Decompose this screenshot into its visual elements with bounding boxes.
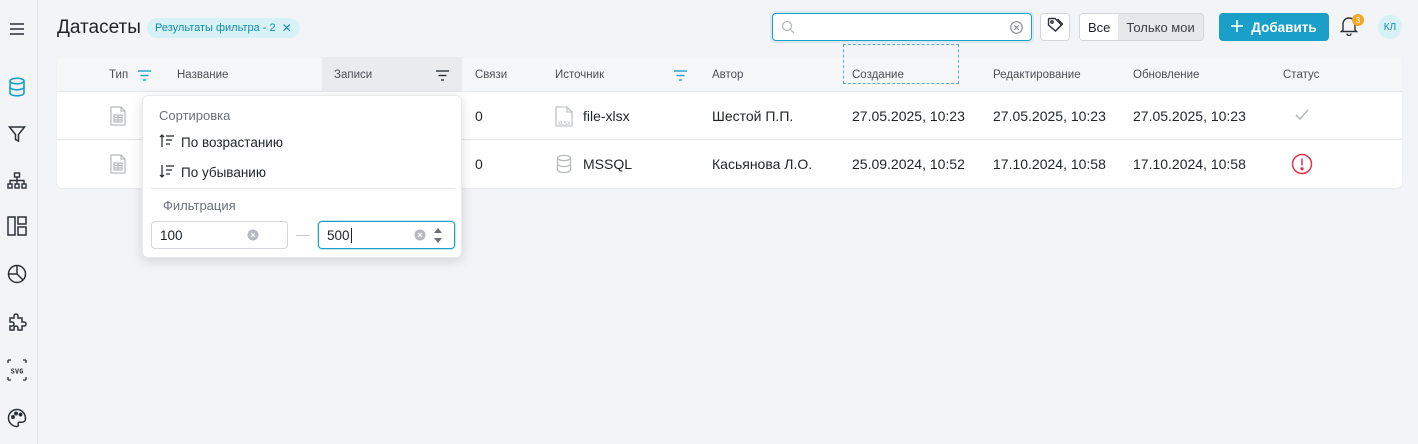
seg-mine-button[interactable]: Только мои (1118, 14, 1203, 40)
cell-author: Касьянова Л.О. (712, 156, 813, 172)
col-name[interactable]: Название (177, 57, 228, 92)
sort-ascending-option[interactable]: По возрастанию (159, 130, 283, 154)
ownership-toggle: Все Только мои (1079, 13, 1204, 41)
filter-chip-label: Результаты фильтра - 2 (155, 22, 276, 34)
dashboard-icon[interactable] (6, 215, 28, 237)
add-button-label: Добавить (1251, 19, 1317, 35)
database-icon (556, 154, 572, 179)
puzzle-icon[interactable] (6, 311, 28, 333)
clear-icon[interactable] (1010, 21, 1023, 39)
svg-text:SVG: SVG (11, 368, 24, 376)
xlsx-file-icon: XLSX (555, 106, 573, 132)
palette-icon[interactable] (6, 407, 28, 429)
sort-ascending-icon (159, 133, 175, 151)
cell-author: Шестой П.П. (712, 108, 794, 124)
filter-icon[interactable] (436, 68, 449, 86)
error-icon (1291, 153, 1313, 180)
clear-icon[interactable] (414, 229, 426, 244)
dataset-type-icon (110, 106, 126, 131)
pie-chart-icon[interactable] (6, 263, 28, 285)
svg-text:XLSX: XLSX (558, 121, 571, 127)
records-column-menu: Сортировка По возрастанию По убыванию Фи… (142, 95, 462, 258)
clear-icon[interactable] (247, 229, 259, 244)
sidebar: SVG (0, 0, 38, 444)
filter-result-chip: Результаты фильтра - 2 ✕ (147, 18, 300, 38)
menu-divider (151, 188, 455, 189)
range-to-input[interactable]: 500 (318, 221, 455, 249)
filter-section-title: Фильтрация (163, 198, 236, 213)
avatar[interactable]: КЛ (1378, 15, 1402, 39)
filter-icon[interactable] (138, 68, 151, 86)
cell-created: 27.05.2025, 10:23 (852, 108, 965, 124)
cell-created: 25.09.2024, 10:52 (852, 156, 965, 172)
cell-updated: 17.10.2024, 10:58 (1133, 156, 1246, 172)
search-field[interactable] (772, 13, 1032, 41)
hierarchy-icon[interactable] (6, 170, 28, 192)
menu-icon[interactable] (6, 18, 28, 40)
tag-icon (1047, 17, 1064, 38)
range-separator (296, 235, 310, 236)
seg-all-button[interactable]: Все (1080, 14, 1119, 40)
notification-badge: 3 (1352, 14, 1364, 26)
sort-section-title: Сортировка (159, 108, 231, 123)
sort-ascending-label: По возрастанию (181, 134, 283, 150)
sort-descending-label: По убыванию (181, 164, 266, 180)
col-source[interactable]: Источник (555, 57, 604, 92)
col-author[interactable]: Автор (712, 57, 743, 92)
col-created[interactable]: Создание (852, 57, 904, 92)
number-stepper-icon[interactable] (433, 227, 443, 247)
range-from-value: 100 (160, 228, 183, 243)
add-button[interactable]: Добавить (1219, 13, 1329, 41)
dataset-type-icon (110, 154, 126, 179)
sort-descending-icon (159, 164, 175, 181)
plus-icon (1231, 19, 1244, 35)
database-icon[interactable] (6, 76, 28, 98)
cell-updated: 27.05.2025, 10:23 (1133, 108, 1246, 124)
cell-edited: 17.10.2024, 10:58 (993, 156, 1106, 172)
tags-button[interactable] (1040, 13, 1070, 41)
filter-icon[interactable] (6, 123, 28, 145)
check-icon (1295, 108, 1309, 126)
col-type[interactable]: Тип (109, 57, 128, 92)
range-from-input[interactable]: 100 (151, 221, 288, 249)
range-to-value: 500 (327, 228, 352, 243)
table-header: Тип Название Записи Связи Источник Автор… (57, 44, 1402, 92)
page-title: Датасеты (57, 17, 141, 38)
notifications-button[interactable]: 3 (1339, 14, 1364, 38)
cell-source: file-xlsx (583, 108, 630, 124)
search-input[interactable] (801, 18, 1001, 36)
search-icon (781, 20, 795, 39)
col-links[interactable]: Связи (475, 57, 507, 92)
col-edited[interactable]: Редактирование (993, 57, 1081, 92)
cell-edited: 27.05.2025, 10:23 (993, 108, 1106, 124)
svg-icon[interactable]: SVG (6, 359, 28, 381)
sort-descending-option[interactable]: По убыванию (159, 160, 266, 184)
filter-icon[interactable] (674, 68, 687, 86)
col-status[interactable]: Статус (1283, 57, 1319, 92)
close-icon[interactable]: ✕ (282, 21, 292, 35)
cell-links: 0 (475, 156, 483, 172)
cell-source: MSSQL (583, 156, 633, 172)
cell-links: 0 (475, 108, 483, 124)
col-updated[interactable]: Обновление (1133, 57, 1199, 92)
